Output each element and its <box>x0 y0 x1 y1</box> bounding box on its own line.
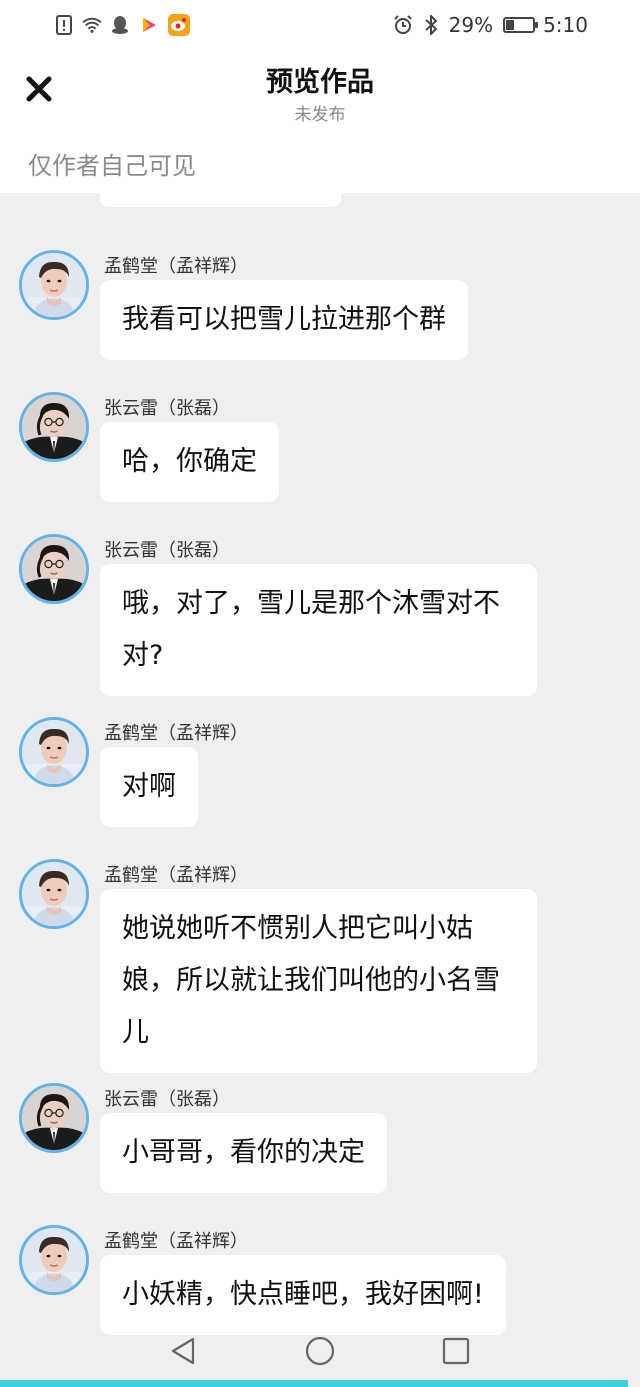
avatar-portrait-meng <box>22 720 86 784</box>
message-bubble: 对啊 <box>100 747 198 827</box>
page-title: 预览作品 <box>266 67 374 98</box>
back-triangle-icon[interactable] <box>169 1336 199 1366</box>
avatar-portrait-meng <box>22 862 86 926</box>
wifi-icon <box>82 14 102 36</box>
video-app-icon <box>138 14 160 36</box>
battery-icon <box>503 17 539 33</box>
clock: 5:10 <box>543 13 588 37</box>
avatar[interactable] <box>19 859 89 929</box>
avatar-portrait-zhang <box>22 537 86 601</box>
status-right-icons: 29% 5:10 <box>393 13 588 37</box>
avatar-portrait-zhang <box>22 395 86 459</box>
battery-percent: 29% <box>448 13 494 37</box>
previous-message-bubble <box>100 193 341 207</box>
avatar-portrait-meng <box>22 253 86 317</box>
avatar-portrait-meng <box>22 1228 86 1292</box>
alert-icon <box>54 14 74 36</box>
bluetooth-icon <box>421 14 441 36</box>
weibo-icon <box>168 14 190 36</box>
alarm-icon <box>393 14 413 36</box>
avatar[interactable] <box>19 717 89 787</box>
status-bar: 29% 5:10 <box>0 0 640 50</box>
page-subtitle: 未发布 <box>294 105 346 125</box>
sender-name: 张云雷（张磊） <box>104 540 230 561</box>
message-bubble: 哦，对了，雪儿是那个沐雪对不对? <box>100 564 537 696</box>
system-nav-bar <box>0 1320 640 1380</box>
recent-square-icon[interactable] <box>441 1336 471 1366</box>
message-bubble: 她说她听不惯别人把它叫小姑娘，所以就让我们叫他的小名雪儿 <box>100 889 537 1073</box>
message-bubble: 哈，你确定 <box>100 422 279 502</box>
sender-name: 孟鹤堂（孟祥辉） <box>104 865 248 886</box>
sender-name: 孟鹤堂（孟祥辉） <box>104 723 248 744</box>
chat-list[interactable]: 孟鹤堂（孟祥辉） 我看可以把雪儿拉进那个群 张云雷（张磊） 哈，你确定 张云雷（张磊… <box>0 193 640 1380</box>
message-bubble: 小哥哥，看你的决定 <box>100 1113 387 1193</box>
qq-icon <box>110 14 130 36</box>
avatar-portrait-zhang <box>22 1086 86 1150</box>
home-circle-icon[interactable] <box>305 1336 335 1366</box>
battery-level-fill <box>506 20 515 30</box>
avatar[interactable] <box>19 534 89 604</box>
back-button[interactable] <box>169 1336 199 1366</box>
avatar[interactable] <box>19 1083 89 1153</box>
bottom-accent-line <box>0 1380 628 1387</box>
avatar[interactable] <box>19 392 89 462</box>
visibility-note: 仅作者自己可见 <box>28 152 196 180</box>
sender-name: 孟鹤堂（孟祥辉） <box>104 1231 248 1252</box>
status-left-icons <box>54 14 190 36</box>
home-button[interactable] <box>305 1336 335 1366</box>
recents-button[interactable] <box>441 1336 471 1366</box>
sender-name: 张云雷（张磊） <box>104 398 230 419</box>
message-bubble: 我看可以把雪儿拉进那个群 <box>100 280 468 360</box>
avatar[interactable] <box>19 1225 89 1295</box>
header: 预览作品 未发布 仅作者自己可见 <box>0 50 640 193</box>
sender-name: 张云雷（张磊） <box>104 1089 230 1110</box>
sender-name: 孟鹤堂（孟祥辉） <box>104 256 248 277</box>
avatar[interactable] <box>19 250 89 320</box>
